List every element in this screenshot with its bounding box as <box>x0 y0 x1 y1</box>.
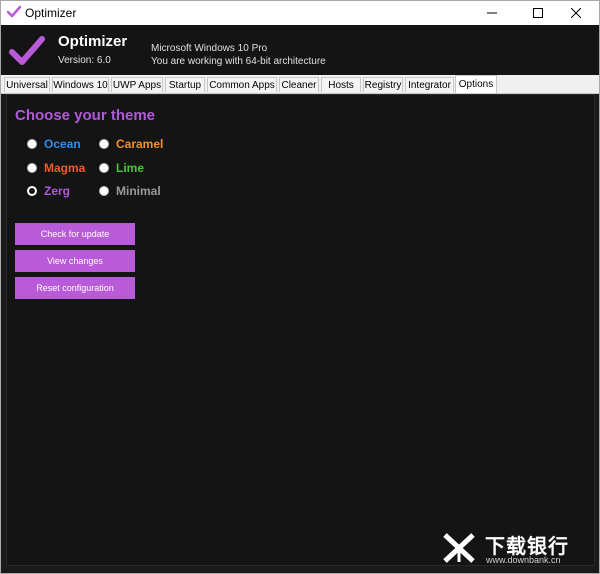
theme-ocean-radio[interactable]: Ocean <box>27 137 81 151</box>
radio-circle-checked[interactable] <box>27 186 37 196</box>
theme-magma-radio[interactable]: Magma <box>27 161 85 175</box>
options-panel: Choose your theme Ocean Caramel Magma Li… <box>6 94 595 566</box>
tab-universal[interactable]: Universal <box>4 77 50 92</box>
radio-circle[interactable] <box>99 163 109 173</box>
maximize-icon <box>533 8 543 18</box>
radio-circle[interactable] <box>99 139 109 149</box>
os-name: Microsoft Windows 10 Pro <box>151 43 268 54</box>
tab-cleaner[interactable]: Cleaner <box>279 77 319 92</box>
version-label: Version: 6.0 <box>58 55 111 66</box>
view-changes-button[interactable]: View changes <box>15 250 135 272</box>
tab-bar: Universal Windows 10 UWP Apps Startup Co… <box>1 75 599 94</box>
watermark-logo-icon <box>443 533 475 563</box>
theme-label: Lime <box>116 161 145 175</box>
watermark-url: www.downbank.cn <box>486 555 561 565</box>
theme-minimal-radio[interactable]: Minimal <box>99 184 161 198</box>
radio-circle[interactable] <box>99 186 109 196</box>
minimize-button[interactable] <box>469 1 515 25</box>
tab-startup[interactable]: Startup <box>165 77 205 92</box>
theme-label: Magma <box>44 161 86 175</box>
tab-common-apps[interactable]: Common Apps <box>207 77 277 92</box>
check-for-update-button[interactable]: Check for update <box>15 223 135 245</box>
theme-label: Minimal <box>116 184 161 198</box>
reset-configuration-button[interactable]: Reset configuration <box>15 277 135 299</box>
theme-label: Ocean <box>44 137 81 151</box>
watermark: 下载银行 www.downbank.cn <box>441 528 591 568</box>
theme-zerg-radio[interactable]: Zerg <box>27 184 70 198</box>
theme-label: Zerg <box>44 184 71 198</box>
checkmark-icon <box>7 5 21 18</box>
tab-options[interactable]: Options <box>455 75 497 93</box>
tab-registry[interactable]: Registry <box>363 77 403 92</box>
tab-integrator[interactable]: Integrator <box>405 77 454 92</box>
close-icon <box>571 8 581 18</box>
close-button[interactable] <box>553 1 599 25</box>
app-window: Optimizer Optimizer Version: 6.0 Microso… <box>0 0 600 574</box>
architecture-info: You are working with 64-bit architecture <box>151 56 326 67</box>
app-name: Optimizer <box>58 33 128 50</box>
tab-uwp-apps[interactable]: UWP Apps <box>111 77 163 92</box>
checkmark-logo-icon <box>9 36 45 65</box>
theme-lime-radio[interactable]: Lime <box>99 161 144 175</box>
app-header: Optimizer Version: 6.0 Microsoft Windows… <box>1 25 599 75</box>
window-title: Optimizer <box>25 6 77 20</box>
theme-label: Caramel <box>116 137 164 151</box>
theme-caramel-radio[interactable]: Caramel <box>99 137 163 151</box>
minimize-icon <box>487 12 497 14</box>
tab-hosts[interactable]: Hosts <box>321 77 361 92</box>
tab-windows-10[interactable]: Windows 10 <box>52 77 109 92</box>
title-bar[interactable]: Optimizer <box>1 1 599 25</box>
radio-circle[interactable] <box>27 139 37 149</box>
theme-section-title: Choose your theme <box>15 107 156 124</box>
radio-circle[interactable] <box>27 163 37 173</box>
